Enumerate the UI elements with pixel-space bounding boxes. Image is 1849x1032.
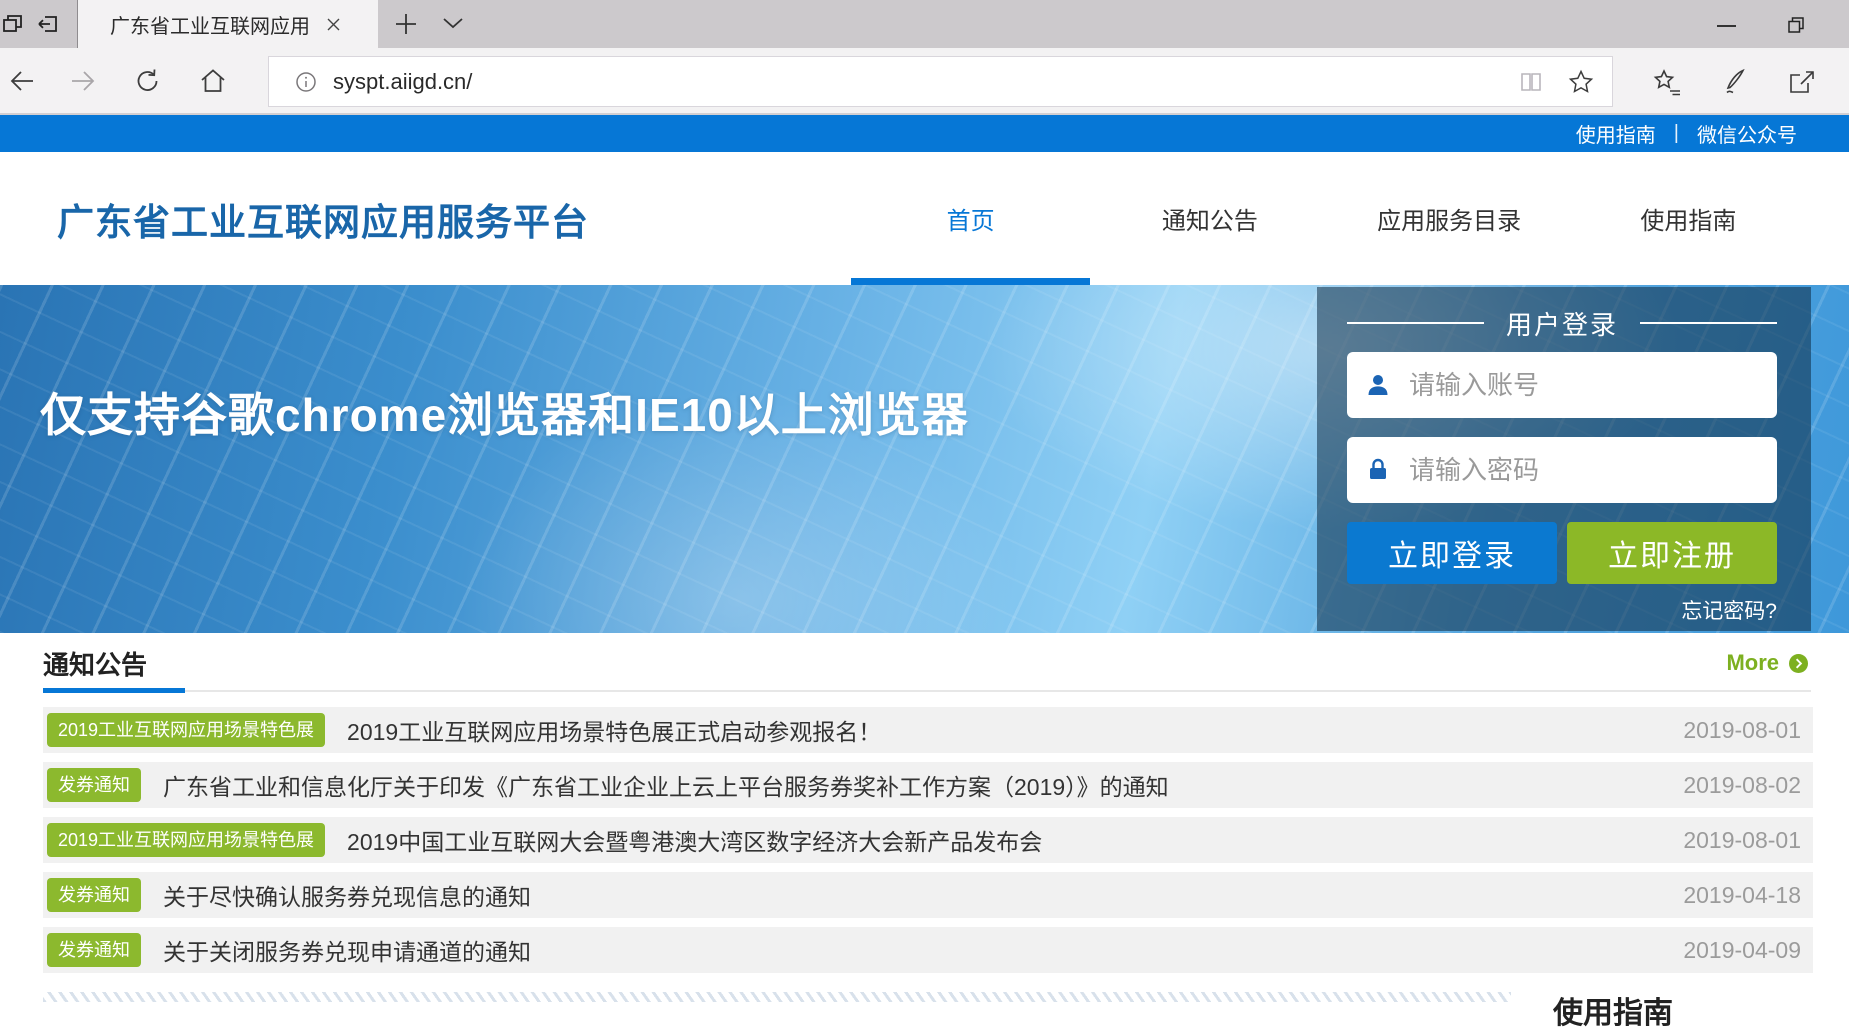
favorites-hub-icon[interactable] [1653,67,1683,97]
decorative-stripe-band [43,992,1511,1002]
browser-tab-bar: 广东省工业互联网应用 [0,0,1849,48]
notice-badge: 发券通知 [47,933,141,967]
home-icon[interactable] [199,67,227,95]
guide-section-title: 使用指南 [1553,988,1673,1032]
password-field-wrap [1347,437,1777,503]
utility-bar: 使用指南 | 微信公众号 [0,115,1849,152]
login-panel: 用户登录 立即登录 立即注册 忘记密码? [1317,287,1811,631]
section-divider-accent [43,688,185,693]
refresh-icon[interactable] [134,67,162,95]
notice-title[interactable]: 2019工业互联网应用场景特色展正式启动参观报名！ [347,713,881,747]
address-bar[interactable]: syspt.aiigd.cn/ [268,56,1613,107]
notice-row[interactable]: 发券通知 广东省工业和信息化厅关于印发《广东省工业企业上云上平台服务券奖补工作方… [43,762,1813,808]
password-input[interactable] [1409,437,1777,503]
notices-section: 通知公告 More 2019工业互联网应用场景特色展 2019工业互联网应用场景… [0,633,1849,1002]
notice-date: 2019-08-01 [1683,717,1801,744]
notice-list: 2019工业互联网应用场景特色展 2019工业互联网应用场景特色展正式启动参观报… [43,707,1813,982]
notices-section-title: 通知公告 [43,645,147,682]
nav-item-home[interactable]: 首页 [851,152,1090,285]
tab-title: 广东省工业互联网应用 [110,10,310,39]
nav-item-notices[interactable]: 通知公告 [1090,152,1329,285]
main-nav: 首页 通知公告 应用服务目录 使用指南 [851,152,1808,285]
share-icon[interactable] [1787,67,1817,97]
notice-title[interactable]: 关于关闭服务券兑现申请通道的通知 [163,933,531,967]
browser-toolbar: syspt.aiigd.cn/ [0,48,1849,115]
tabs-preview-icon[interactable] [1,12,25,36]
browser-tab[interactable]: 广东省工业互联网应用 [77,0,378,48]
notice-row[interactable]: 2019工业互联网应用场景特色展 2019中国工业互联网大会暨粤港澳大湾区数字经… [43,817,1813,863]
section-divider [43,690,1811,692]
account-field-wrap [1347,352,1777,418]
notice-badge: 发券通知 [47,768,141,802]
login-button[interactable]: 立即登录 [1347,522,1557,584]
notice-date: 2019-04-09 [1683,937,1801,964]
utility-guide-link[interactable]: 使用指南 [1576,119,1656,148]
new-tab-icon[interactable] [393,11,419,37]
nav-item-services[interactable]: 应用服务目录 [1330,152,1569,285]
more-label: More [1726,650,1779,676]
web-note-pen-icon[interactable] [1721,67,1751,97]
add-favorite-star-icon[interactable] [1568,69,1594,95]
hero-headline: 仅支持谷歌chrome浏览器和IE10以上浏览器 [40,379,969,445]
site-info-icon[interactable] [295,71,317,93]
url-text[interactable]: syspt.aiigd.cn/ [333,69,472,95]
reading-view-icon[interactable] [1518,69,1544,95]
back-icon[interactable] [8,67,36,95]
title-line-left [1347,322,1484,324]
notice-badge: 发券通知 [47,878,141,912]
notice-title[interactable]: 2019中国工业互联网大会暨粤港澳大湾区数字经济大会新产品发布会 [347,823,1042,857]
notice-title[interactable]: 关于尽快确认服务券兑现信息的通知 [163,878,531,912]
notice-date: 2019-08-01 [1683,827,1801,854]
hero-banner: 仅支持谷歌chrome浏览器和IE10以上浏览器 用户登录 [0,285,1849,633]
title-line-right [1640,322,1777,324]
notice-badge: 2019工业互联网应用场景特色展 [47,823,325,857]
site-logo[interactable]: 广东省工业互联网应用服务平台 [57,152,589,285]
tab-close-icon[interactable] [322,13,344,35]
window-minimize-button[interactable] [1717,25,1736,27]
more-arrow-icon [1789,654,1808,673]
site-header: 广东省工业互联网应用服务平台 首页 通知公告 应用服务目录 使用指南 [0,152,1849,285]
user-icon [1365,372,1391,398]
tab-list-chevron-icon[interactable] [441,16,465,34]
register-button[interactable]: 立即注册 [1567,522,1777,584]
more-link[interactable]: More [1726,650,1808,676]
notice-badge: 2019工业互联网应用场景特色展 [47,713,325,747]
nav-item-guide[interactable]: 使用指南 [1569,152,1808,285]
account-input[interactable] [1409,352,1777,418]
notice-row[interactable]: 2019工业互联网应用场景特色展 2019工业互联网应用场景特色展正式启动参观报… [43,707,1813,753]
lock-icon [1365,457,1391,483]
notice-row[interactable]: 发券通知 关于尽快确认服务券兑现信息的通知 2019-04-18 [43,872,1813,918]
notice-row[interactable]: 发券通知 关于关闭服务券兑现申请通道的通知 2019-04-09 [43,927,1813,973]
forgot-password-link[interactable]: 忘记密码? [1681,595,1777,625]
notice-title[interactable]: 广东省工业和信息化厅关于印发《广东省工业企业上云上平台服务券奖补工作方案（201… [163,768,1169,802]
login-title-row: 用户登录 [1347,308,1777,338]
utility-wechat-link[interactable]: 微信公众号 [1697,119,1797,148]
window-restore-button[interactable] [1787,16,1805,34]
forward-icon[interactable] [69,67,97,95]
notice-date: 2019-08-02 [1683,772,1801,799]
utility-separator: | [1674,122,1679,145]
set-tabs-aside-icon[interactable] [36,12,60,36]
notice-date: 2019-04-18 [1683,882,1801,909]
login-title: 用户登录 [1506,305,1618,342]
